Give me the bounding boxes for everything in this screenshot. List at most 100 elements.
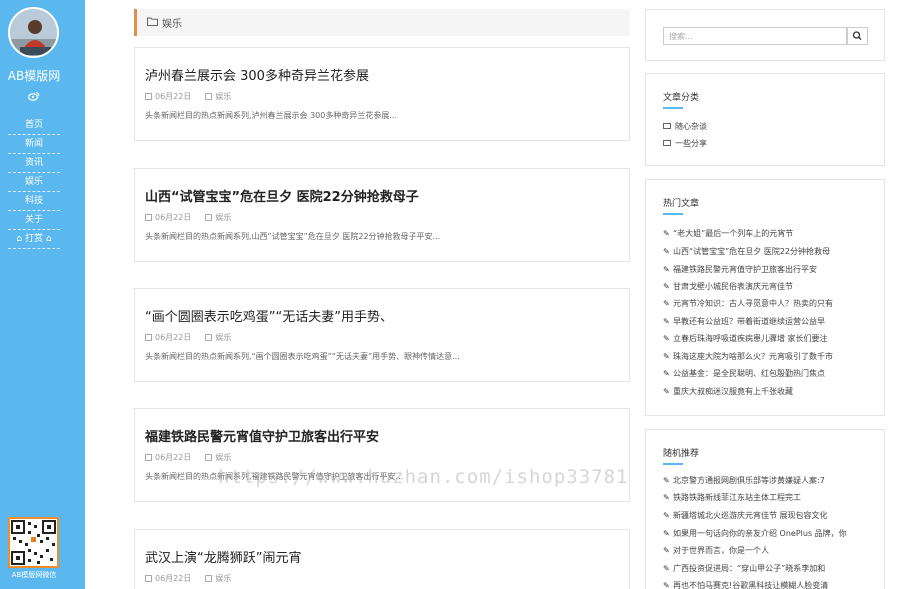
hot-article-link[interactable]: ✎ 珠海这座大院为啥那么火？元宵吸引了数千市 <box>663 351 833 362</box>
link-text: 如果用一句话向你的亲友介绍 OnePlus 品牌，你 <box>673 529 847 538</box>
category-label: 随心杂谈 <box>675 122 707 131</box>
hot-article-link[interactable]: ✎ 福建铁路民警元宵值守护卫旅客出行平安 <box>663 264 817 275</box>
folder-icon <box>205 575 213 582</box>
post-meta: 06月22日 娱乐 <box>145 212 231 223</box>
breadcrumb: 娱乐 <box>134 9 630 36</box>
category-item[interactable]: 一些分享 <box>663 138 707 149</box>
post-date: 06月22日 <box>155 574 192 583</box>
post-title[interactable]: 武汉上演“龙腾狮跃”闹元宵 <box>145 547 301 566</box>
post-meta: 06月22日 娱乐 <box>145 573 231 584</box>
site-name[interactable]: AB模版网 <box>0 67 68 84</box>
link-text: 甘肃戈壁小城民俗表演庆元宵佳节 <box>673 282 793 291</box>
widget-title: 随机推荐 <box>663 449 700 459</box>
link-text: 立春后珠海呼吸道疾病患儿骤增 家长们要注 <box>673 334 828 343</box>
link-text: 铁路铁路新线菲江东站主体工程完工 <box>673 493 801 502</box>
post-card: 山西“试管宝宝”危在旦夕 医院22分钟抢救母子 06月22日 娱乐 头条新闻栏目的… <box>134 168 630 262</box>
calendar-icon <box>145 214 152 221</box>
post-date: 06月22日 <box>155 333 192 342</box>
hot-article-link[interactable]: ✎ 早教还有公益班？带着街道继续运营公益早 <box>663 316 825 327</box>
folder-icon <box>663 123 671 129</box>
link-text: 新疆塔城北火巡游庆元宵佳节 展现包容文化 <box>673 511 828 520</box>
hot-article-link[interactable]: ✎ “老大姐”最后一个列车上的元宵节 <box>663 228 793 239</box>
pencil-icon: ✎ <box>663 387 670 396</box>
search-icon <box>852 31 862 40</box>
pencil-icon: ✎ <box>663 511 670 520</box>
pencil-icon: ✎ <box>663 476 670 485</box>
hot-article-link[interactable]: ✎ 山西“试管宝宝”危在旦夕 医院22分钟抢救母 <box>663 246 830 257</box>
post-excerpt: 头条新闻栏目的热点新闻系列,山西“试管宝宝”危在旦夕 医院22分钟抢救母子平安.… <box>145 232 441 241</box>
post-meta: 06月22日 娱乐 <box>145 91 231 102</box>
link-text: 北京警方通报网剧俱乐部等涉黄嫌疑人案:7 <box>673 476 825 485</box>
link-text: 元宵节冷知识：古人寻觅意中人？热卖的只有 <box>673 299 833 308</box>
hot-article-link[interactable]: ✎ 甘肃戈壁小城民俗表演庆元宵佳节 <box>663 281 793 292</box>
post-category[interactable]: 娱乐 <box>215 92 231 101</box>
gift-icon: ⌂ <box>16 234 23 244</box>
post-category[interactable]: 娱乐 <box>215 574 231 583</box>
title-underline <box>663 463 683 465</box>
post-title[interactable]: 福建铁路民警元宵值守护卫旅客出行平安 <box>145 426 379 445</box>
folder-icon <box>205 93 213 100</box>
calendar-icon <box>145 454 152 461</box>
random-article-link[interactable]: ✎ 再也不怕马赛克!谷歌黑科技让模糊人脸变清 <box>663 580 828 589</box>
pencil-icon: ✎ <box>663 299 670 308</box>
random-article-link[interactable]: ✎ 对于世界而言，你是一个人 <box>663 545 769 556</box>
post-category[interactable]: 娱乐 <box>215 453 231 462</box>
post-card: 泸州春兰展示会 300多种奇异兰花参展 06月22日 娱乐 头条新闻栏目的热点新闻… <box>134 47 630 141</box>
post-category[interactable]: 娱乐 <box>215 333 231 342</box>
random-article-link[interactable]: ✎ 新疆塔城北火巡游庆元宵佳节 展现包容文化 <box>663 510 828 521</box>
random-article-link[interactable]: ✎ 广西投资促进局：“穿山甲公子”晓系李加和 <box>663 563 825 574</box>
calendar-icon <box>145 93 152 100</box>
avatar[interactable] <box>8 7 59 58</box>
random-article-link[interactable]: ✎ 铁路铁路新线菲江东站主体工程完工 <box>663 492 801 503</box>
link-text: 山西“试管宝宝”危在旦夕 医院22分钟抢救母 <box>673 247 831 256</box>
link-text: 重庆大叔痴迷汉服竟有上千张收藏 <box>673 387 793 396</box>
post-category[interactable]: 娱乐 <box>215 213 231 222</box>
post-meta: 06月22日 娱乐 <box>145 332 231 343</box>
pencil-icon: ✎ <box>663 247 670 256</box>
nav-info[interactable]: 资讯 <box>8 154 60 173</box>
hot-article-link[interactable]: ✎ 立春后珠海呼吸道疾病患儿骤增 家长们要注 <box>663 333 828 344</box>
pencil-icon: ✎ <box>663 282 670 291</box>
nav-tech[interactable]: 科技 <box>8 192 60 211</box>
post-title[interactable]: “画个圆圈表示吃鸡蛋”“无话夫妻”用手势、 <box>145 306 393 325</box>
widget-title: 热门文章 <box>663 199 700 209</box>
random-picks-widget: 随机推荐 ✎ 北京警方通报网剧俱乐部等涉黄嫌疑人案:7 ✎ 铁路铁路新线菲江东站主体… <box>645 429 885 589</box>
category-item[interactable]: 随心杂谈 <box>663 121 707 132</box>
post-card: 福建铁路民警元宵值守护卫旅客出行平安 06月22日 娱乐 头条新闻栏目的热点新闻系… <box>134 408 630 502</box>
hot-articles-widget: 热门文章 ✎ “老大姐”最后一个列车上的元宵节 ✎ 山西“试管宝宝”危在旦夕 医院2… <box>645 179 885 416</box>
widget-title: 文章分类 <box>663 93 700 103</box>
nav-donate[interactable]: ⌂ 打赏 ⌂ <box>8 230 60 249</box>
post-title[interactable]: 山西“试管宝宝”危在旦夕 医院22分钟抢救母子 <box>145 186 419 205</box>
weibo-icon[interactable] <box>28 91 40 101</box>
breadcrumb-label[interactable]: 娱乐 <box>162 15 182 30</box>
pencil-icon: ✎ <box>663 581 670 589</box>
post-excerpt: 头条新闻栏目的热点新闻系列,福建铁路民警元宵值守护卫旅客出行平安... <box>145 472 404 481</box>
search-button[interactable] <box>847 27 868 45</box>
link-text: 福建铁路民警元宵值守护卫旅客出行平安 <box>673 265 817 274</box>
hot-article-link[interactable]: ✎ 元宵节冷知识：古人寻觅意中人？热卖的只有 <box>663 298 833 309</box>
post-title[interactable]: 泸州春兰展示会 300多种奇异兰花参展 <box>145 65 369 84</box>
nav-entertainment[interactable]: 娱乐 <box>8 173 60 192</box>
pencil-icon: ✎ <box>663 317 670 326</box>
pencil-icon: ✎ <box>663 352 670 361</box>
nav-donate-label: 打赏 <box>24 234 43 244</box>
main-nav: 首页 新闻 资讯 娱乐 科技 关于 ⌂ 打赏 ⌂ <box>8 116 60 249</box>
pencil-icon: ✎ <box>663 546 670 555</box>
post-meta: 06月22日 娱乐 <box>145 452 231 463</box>
calendar-icon <box>145 575 152 582</box>
post-excerpt: 头条新闻栏目的热点新闻系列,“画个圆圈表示吃鸡蛋”“无话夫妻”用手势、眼神传情达… <box>145 352 460 361</box>
category-widget: 文章分类 随心杂谈 一些分享 <box>645 73 885 166</box>
category-label: 一些分享 <box>675 139 707 148</box>
nav-news[interactable]: 新闻 <box>8 135 60 154</box>
nav-home[interactable]: 首页 <box>8 116 60 135</box>
random-article-link[interactable]: ✎ 如果用一句话向你的亲友介绍 OnePlus 品牌，你 <box>663 528 847 539</box>
random-article-link[interactable]: ✎ 北京警方通报网剧俱乐部等涉黄嫌疑人案:7 <box>663 475 825 486</box>
post-card: 武汉上演“龙腾狮跃”闹元宵 06月22日 娱乐 <box>134 529 630 589</box>
folder-icon <box>663 140 671 146</box>
search-input[interactable]: 搜索... <box>663 27 847 45</box>
link-text: 对于世界而言，你是一个人 <box>673 546 769 555</box>
hot-article-link[interactable]: ✎ 公益基金：是全民聪明、红包殷勤热门焦点 <box>663 368 825 379</box>
nav-about[interactable]: 关于 <box>8 211 60 230</box>
qr-label: AB模版网微信 <box>11 571 57 579</box>
hot-article-link[interactable]: ✎ 重庆大叔痴迷汉服竟有上千张收藏 <box>663 386 793 397</box>
